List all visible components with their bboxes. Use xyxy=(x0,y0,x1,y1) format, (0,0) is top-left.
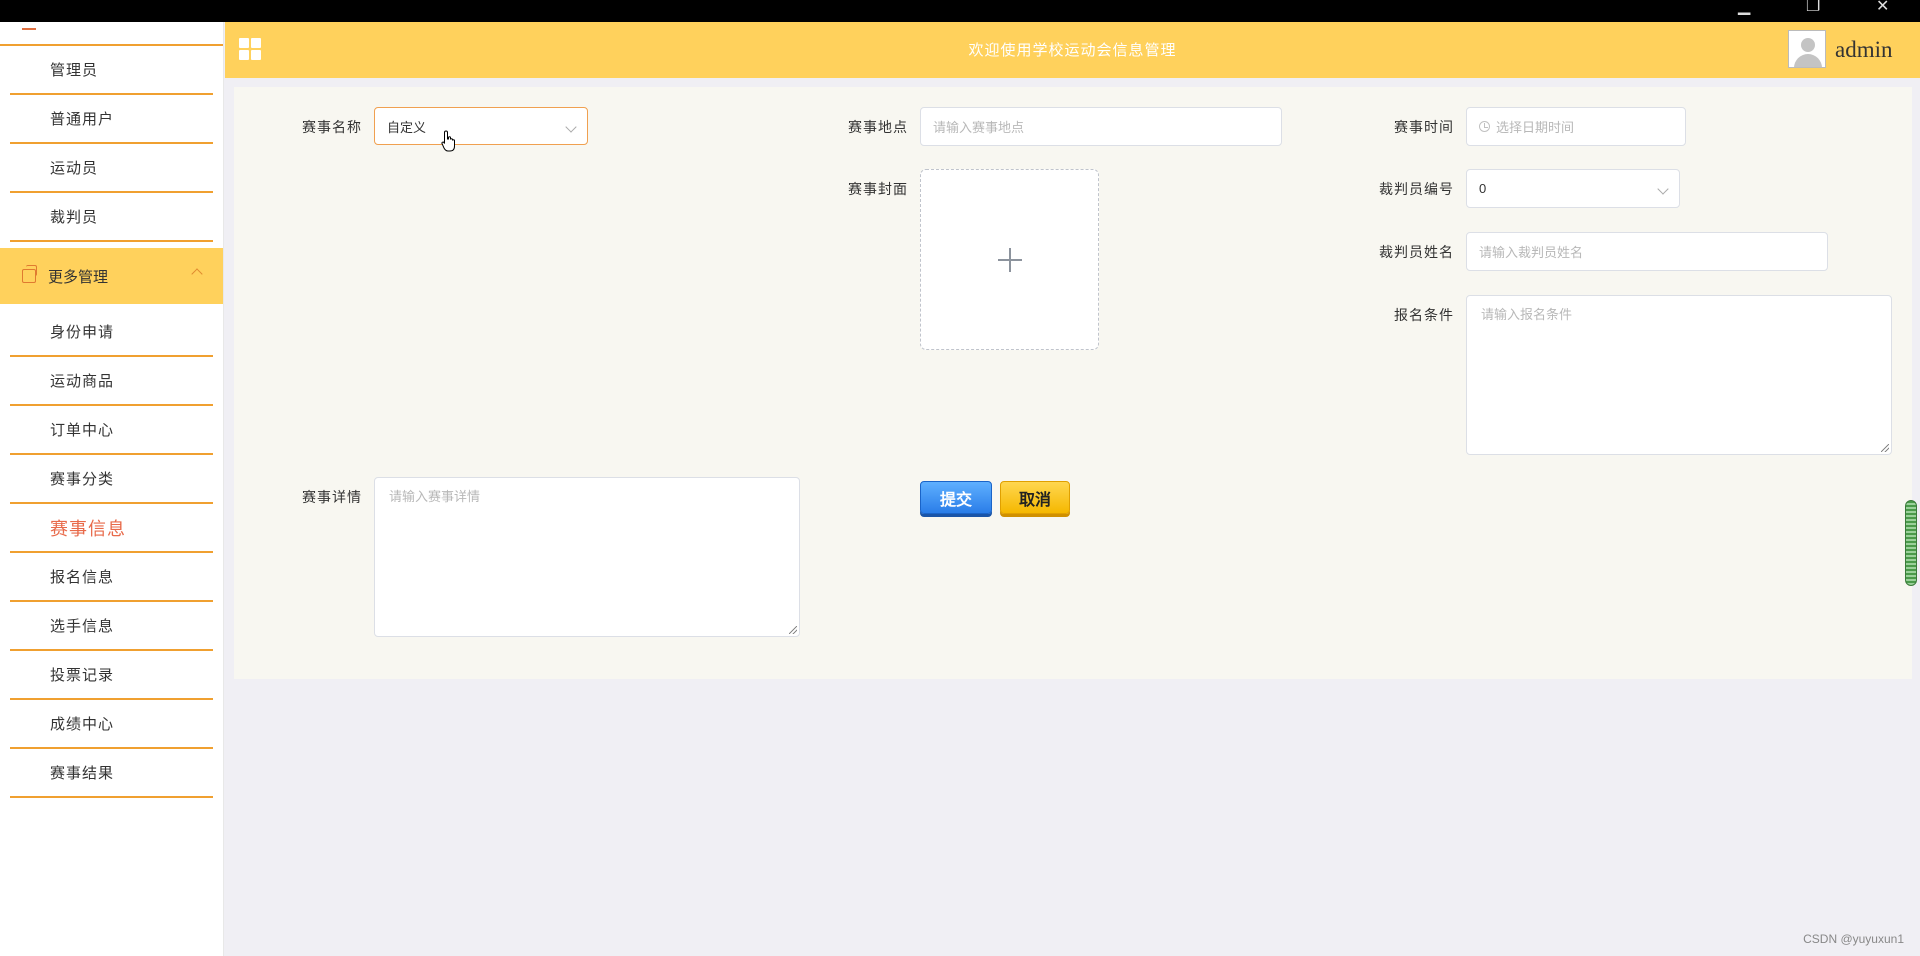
event-detail-textarea[interactable]: 请输入赛事详情 xyxy=(374,477,800,637)
window-titlebar: ▁ ❐ ✕ xyxy=(0,0,1920,22)
username[interactable]: admin xyxy=(1835,22,1893,78)
referee-no-label: 裁判员编号 xyxy=(1379,182,1454,198)
sidebar-item-event-results[interactable]: 赛事结果 xyxy=(10,749,213,798)
sidebar-item-partial xyxy=(0,22,223,46)
restore-icon[interactable]: ❐ xyxy=(1806,0,1820,15)
event-location-label: 赛事地点 xyxy=(848,120,908,136)
plus-icon-vertical xyxy=(1009,248,1011,272)
minimize-icon[interactable]: ▁ xyxy=(1738,0,1750,15)
event-form: 赛事名称 自定义 赛事地点 请输入赛事地点 赛事时间 选择日期时间 赛事封面 裁… xyxy=(234,87,1912,679)
submit-button[interactable]: 提交 xyxy=(920,481,992,514)
referee-name-label: 裁判员姓名 xyxy=(1379,245,1454,261)
sidebar-item-signup-info[interactable]: 报名信息 xyxy=(10,553,213,602)
event-detail-placeholder: 请输入赛事详情 xyxy=(389,489,481,504)
event-name-select[interactable]: 自定义 xyxy=(374,107,588,145)
page-title: 欢迎使用学校运动会信息管理 xyxy=(968,41,1177,59)
sidebar-item-event-info[interactable]: 赛事信息 xyxy=(10,504,213,553)
sidebar-item-vote-records[interactable]: 投票记录 xyxy=(10,651,213,700)
referee-name-input[interactable]: 请输入裁判员姓名 xyxy=(1466,232,1828,271)
sidebar-item-scores[interactable]: 成绩中心 xyxy=(10,700,213,749)
sidebar-item-admin[interactable]: 管理员 xyxy=(10,46,213,95)
sidebar-item-referees[interactable]: 裁判员 xyxy=(10,193,213,242)
sidebar-item-athletes[interactable]: 运动员 xyxy=(10,144,213,193)
signup-condition-label: 报名条件 xyxy=(1394,308,1454,324)
top-header: 欢迎使用学校运动会信息管理 admin xyxy=(225,22,1920,78)
sidebar-item-player-info[interactable]: 选手信息 xyxy=(10,602,213,651)
chevron-up-icon xyxy=(191,268,203,280)
event-cover-label: 赛事封面 xyxy=(848,182,908,198)
sidebar: 管理员 普通用户 运动员 裁判员 更多管理 身份申请 运动商品 订单中心 赛事分… xyxy=(0,22,224,956)
event-time-picker[interactable]: 选择日期时间 xyxy=(1466,107,1686,146)
event-location-input[interactable]: 请输入赛事地点 xyxy=(920,107,1282,146)
sidebar-group-more[interactable]: 更多管理 xyxy=(0,248,223,304)
event-detail-label: 赛事详情 xyxy=(302,490,362,506)
referee-name-placeholder: 请输入裁判员姓名 xyxy=(1479,245,1584,260)
event-time-placeholder: 选择日期时间 xyxy=(1496,120,1575,135)
chevron-down-icon xyxy=(1657,183,1669,195)
cover-upload[interactable] xyxy=(920,169,1099,350)
event-name-value: 自定义 xyxy=(387,119,427,135)
signup-condition-textarea[interactable]: 请输入报名条件 xyxy=(1466,295,1892,455)
sidebar-group-label: 更多管理 xyxy=(48,267,109,286)
copy-icon xyxy=(22,265,37,283)
hand-cursor-icon xyxy=(441,130,455,152)
cancel-button[interactable]: 取消 xyxy=(1000,481,1070,514)
avatar[interactable] xyxy=(1788,30,1826,68)
event-time-label: 赛事时间 xyxy=(1394,120,1454,136)
resize-handle-icon[interactable] xyxy=(1881,444,1889,452)
sidebar-item-event-category[interactable]: 赛事分类 xyxy=(10,455,213,504)
resize-handle-icon[interactable] xyxy=(789,626,797,634)
clock-icon xyxy=(1479,121,1490,132)
sidebar-item-sports-goods[interactable]: 运动商品 xyxy=(10,357,213,406)
watermark: CSDN @yuyuxun1 xyxy=(1803,932,1904,946)
referee-no-select[interactable]: 0 xyxy=(1466,169,1680,208)
event-name-label: 赛事名称 xyxy=(302,120,362,136)
sidebar-item-orders[interactable]: 订单中心 xyxy=(10,406,213,455)
sidebar-item-identity-apply[interactable]: 身份申请 xyxy=(10,308,213,357)
signup-condition-placeholder: 请输入报名条件 xyxy=(1481,307,1573,322)
event-location-placeholder: 请输入赛事地点 xyxy=(933,120,1025,135)
chevron-down-icon xyxy=(565,121,577,133)
sidebar-item-users[interactable]: 普通用户 xyxy=(10,95,213,144)
referee-no-value: 0 xyxy=(1479,181,1487,196)
scrollbar-thumb[interactable] xyxy=(1905,500,1917,586)
close-icon[interactable]: ✕ xyxy=(1876,0,1889,15)
